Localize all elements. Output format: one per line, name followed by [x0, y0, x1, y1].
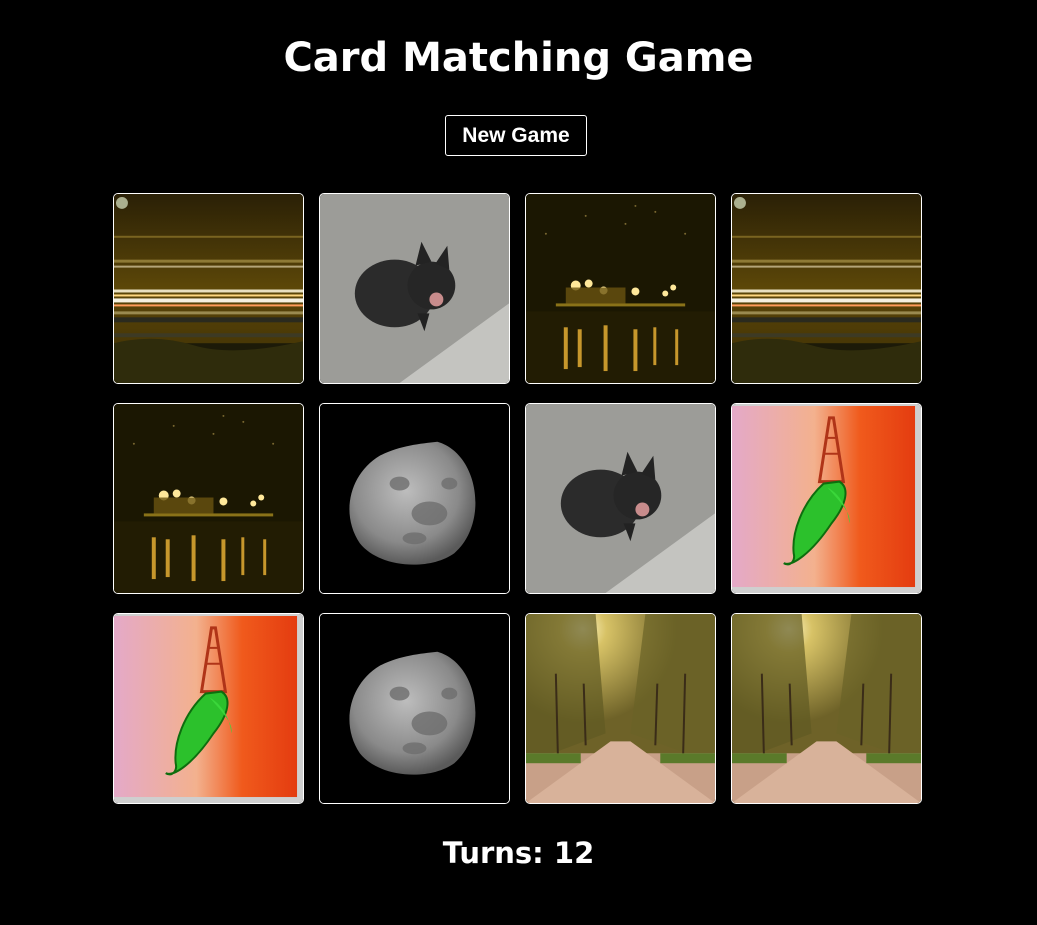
- card[interactable]: [113, 193, 304, 384]
- card[interactable]: [731, 613, 922, 804]
- card[interactable]: [319, 613, 510, 804]
- black-kitten-on-concrete-image: [320, 194, 509, 383]
- turns-label: Turns:: [442, 836, 544, 870]
- card-grid: [113, 193, 923, 804]
- black-kitten-on-concrete-image: [526, 404, 715, 593]
- card[interactable]: [525, 403, 716, 594]
- card[interactable]: [319, 403, 510, 594]
- moon-image: [320, 614, 509, 803]
- tree-lined-park-avenue-image: [732, 614, 921, 803]
- new-game-button[interactable]: New Game: [445, 115, 587, 156]
- card[interactable]: [319, 193, 510, 384]
- card[interactable]: [731, 403, 922, 594]
- highway-light-trails-night-image: [114, 194, 303, 383]
- turns-value: 12: [553, 836, 595, 870]
- harbor-lights-night-image: [526, 194, 715, 383]
- card[interactable]: [113, 613, 304, 804]
- turns-counter: Turns: 12: [0, 832, 1037, 874]
- card[interactable]: [731, 193, 922, 384]
- game-title: Card Matching Game: [283, 35, 754, 81]
- highway-light-trails-night-image: [732, 194, 921, 383]
- card[interactable]: [525, 613, 716, 804]
- eiffel-tower-chili-painting-image: [732, 404, 921, 593]
- card[interactable]: [525, 193, 716, 384]
- card[interactable]: [113, 403, 304, 594]
- eiffel-tower-chili-painting-image: [114, 614, 303, 803]
- harbor-lights-night-image: [114, 404, 303, 593]
- tree-lined-park-avenue-image: [526, 614, 715, 803]
- moon-image: [320, 404, 509, 593]
